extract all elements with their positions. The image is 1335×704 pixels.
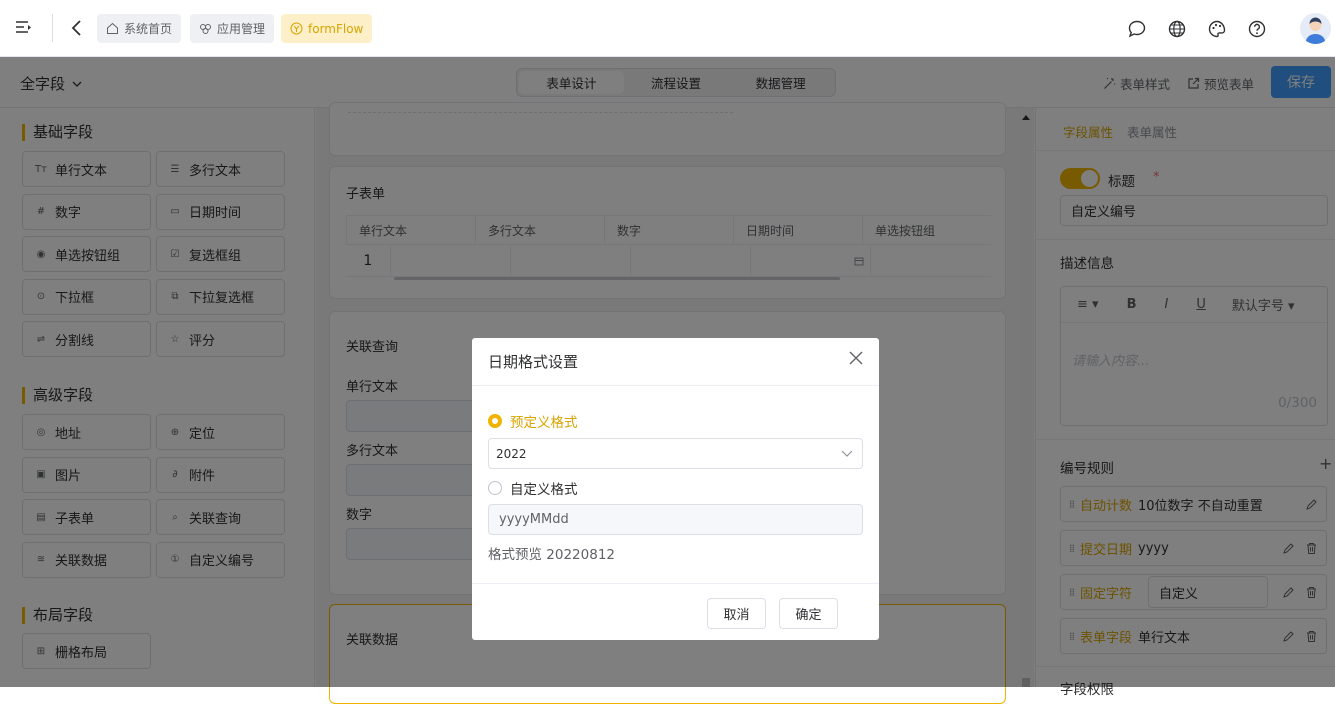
custom-format-input[interactable]: yyyyMMdd: [488, 504, 863, 535]
confirm-button[interactable]: 确定: [779, 598, 838, 629]
menu-fold-icon[interactable]: [15, 19, 33, 37]
dialog-title: 日期格式设置: [472, 338, 879, 386]
breadcrumb-label: 应用管理: [217, 22, 266, 36]
radio-checked-icon: [488, 414, 502, 428]
format-preview: 格式预览 20220812: [488, 547, 616, 563]
user-avatar-icon: [1305, 17, 1326, 44]
date-format-dialog: 日期格式设置 预定义格式 2022 自定义格式 yyyyMMdd 格式预览 20…: [472, 338, 879, 640]
home-icon: [107, 22, 118, 34]
radio-unchecked-icon: [488, 481, 502, 495]
help-icon[interactable]: [1247, 19, 1267, 39]
breadcrumb-label: formFlow: [308, 21, 364, 36]
predefined-format-radio[interactable]: 预定义格式: [488, 411, 578, 431]
custom-format-label: 自定义格式: [510, 482, 578, 498]
predefined-format-label: 预定义格式: [510, 415, 578, 431]
breadcrumb-apps[interactable]: 应用管理: [190, 14, 275, 43]
globe-icon[interactable]: [1167, 19, 1187, 39]
chevron-down-icon: [841, 450, 853, 457]
chat-icon[interactable]: [1127, 19, 1147, 39]
avatar[interactable]: [1300, 13, 1331, 44]
predefined-format-select[interactable]: 2022: [488, 438, 863, 469]
flow-icon: [290, 22, 303, 35]
predefined-format-value: 2022: [496, 446, 527, 461]
breadcrumb-label: 系统首页: [124, 22, 173, 36]
back-arrow-icon[interactable]: [67, 18, 87, 38]
apps-icon: [200, 24, 211, 34]
breadcrumb-home[interactable]: 系统首页: [97, 14, 182, 43]
top-bar: 系统首页 应用管理 formFlow: [0, 0, 1335, 57]
custom-format-radio[interactable]: 自定义格式: [488, 478, 578, 498]
divider: [52, 14, 53, 42]
cancel-button[interactable]: 取消: [707, 598, 766, 629]
dialog-footer: 取消 确定: [472, 583, 879, 640]
breadcrumb-formflow[interactable]: formFlow: [281, 14, 373, 43]
close-icon[interactable]: [849, 351, 863, 365]
palette-icon[interactable]: [1207, 19, 1227, 39]
